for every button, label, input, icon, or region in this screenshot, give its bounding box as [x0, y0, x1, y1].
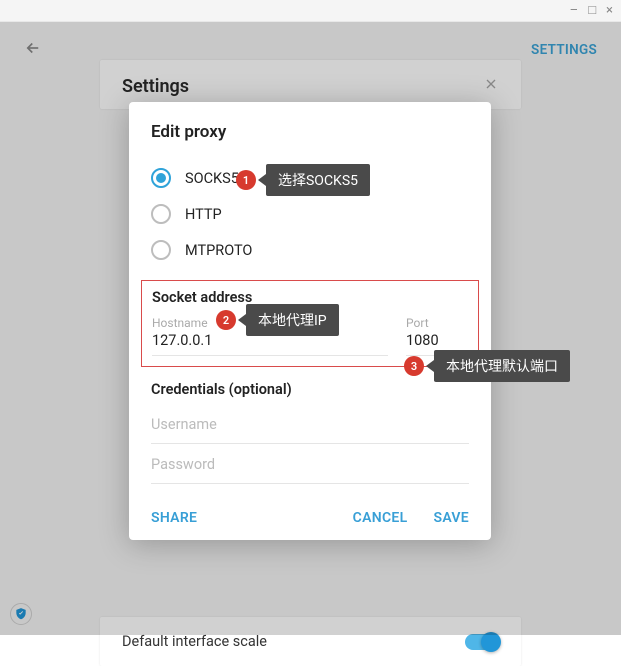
radio-http-row[interactable]: HTTP — [151, 196, 469, 232]
callout-2-text: 本地代理IP — [246, 304, 339, 336]
callout-3-num: 3 — [404, 356, 424, 376]
modal-title: Edit proxy — [151, 122, 469, 142]
callout-arrow-icon — [426, 360, 434, 372]
radio-http-label: HTTP — [185, 206, 222, 223]
callout-2: 2 本地代理IP — [216, 304, 339, 336]
callout-arrow-icon — [238, 314, 246, 326]
password-field[interactable]: Password — [151, 444, 469, 484]
scale-toggle[interactable] — [465, 634, 499, 650]
scale-label: Default interface scale — [122, 633, 267, 650]
radio-http[interactable] — [151, 204, 171, 224]
cancel-button[interactable]: CANCEL — [353, 510, 408, 526]
callout-3: 3 本地代理默认端口 — [404, 350, 570, 382]
window-titlebar: – □ × — [0, 0, 621, 22]
username-field[interactable]: Username — [151, 404, 469, 444]
port-label: Port — [406, 316, 468, 330]
save-button[interactable]: SAVE — [433, 510, 469, 526]
radio-mtproto[interactable] — [151, 240, 171, 260]
window-close[interactable]: × — [606, 4, 613, 17]
credentials-title: Credentials (optional) — [151, 381, 469, 398]
callout-1: 1 选择SOCKS5 — [236, 164, 370, 196]
share-button[interactable]: SHARE — [151, 510, 197, 526]
callout-3-text: 本地代理默认端口 — [434, 350, 570, 382]
radio-socks5-label: SOCKS5 — [185, 170, 239, 187]
callout-2-num: 2 — [216, 310, 236, 330]
radio-mtproto-label: MTPROTO — [185, 242, 252, 259]
port-value[interactable]: 1080 — [406, 332, 468, 349]
username-placeholder: Username — [151, 408, 469, 437]
modal-footer: SHARE CANCEL SAVE — [151, 510, 469, 526]
callout-1-text: 选择SOCKS5 — [266, 164, 370, 196]
password-placeholder: Password — [151, 448, 469, 477]
radio-mtproto-row[interactable]: MTPROTO — [151, 232, 469, 268]
callout-arrow-icon — [258, 174, 266, 186]
radio-socks5[interactable] — [151, 168, 171, 188]
window-minimize[interactable]: – — [570, 4, 579, 17]
window-maximize[interactable]: □ — [588, 4, 596, 17]
callout-1-num: 1 — [236, 170, 256, 190]
